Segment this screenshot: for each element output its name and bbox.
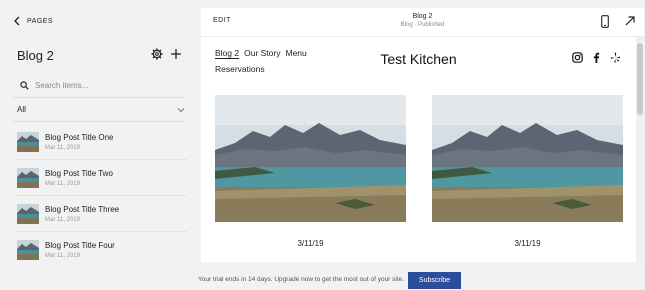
post-thumbnail: [17, 131, 39, 152]
filter-value: All: [17, 105, 26, 114]
preview-page-status: Blog · Published: [400, 22, 445, 28]
expand-icon[interactable]: [625, 16, 635, 26]
preview-toolbar: EDIT Blog 2 Blog · Published: [201, 8, 644, 37]
post-date: Mar 11, 2019: [45, 180, 80, 187]
post-title: Blog Post Title One: [45, 132, 114, 142]
post-title: Blog Post Title Three: [45, 204, 120, 214]
list-item[interactable]: Blog Post Title Two Mar 11, 2019: [17, 160, 187, 196]
preview-page-name: Blog 2: [412, 13, 433, 20]
social-links: [572, 52, 621, 63]
subscribe-button[interactable]: Subscribe: [408, 272, 461, 289]
site-page: Blog 2 Our Story Menu Reservations Test Ki…: [201, 37, 636, 262]
search-input[interactable]: Search items...: [35, 81, 88, 90]
blog-card[interactable]: 3/11/19: [215, 95, 406, 248]
yelp-icon[interactable]: [610, 52, 621, 63]
site-preview-panel: EDIT Blog 2 Blog · Published Blog 2 Our S…: [201, 8, 644, 262]
post-thumbnail: [17, 203, 39, 224]
post-thumbnail: [17, 167, 39, 188]
pages-sidebar: PAGES Blog 2 Search items... All Blog Po…: [0, 0, 196, 268]
page-title: Blog 2: [17, 48, 54, 63]
blog-card-date: 3/11/19: [297, 239, 324, 248]
site-title[interactable]: Test Kitchen: [201, 51, 636, 67]
post-list: Blog Post Title One Mar 11, 2019 Blog Po…: [17, 124, 187, 268]
back-to-pages-link[interactable]: PAGES: [13, 16, 53, 26]
post-date: Mar 11, 2019: [45, 144, 80, 151]
divider: [13, 121, 185, 122]
facebook-icon[interactable]: [591, 52, 602, 63]
chevron-left-icon: [14, 16, 20, 26]
blog-card-date: 3/11/19: [514, 239, 541, 248]
gear-icon[interactable]: [151, 48, 163, 60]
blog-card[interactable]: 3/11/19: [432, 95, 623, 248]
back-to-pages-label: PAGES: [27, 17, 54, 25]
post-thumbnail: [17, 239, 39, 260]
trial-message: Your trial ends in 14 days. Upgrade now …: [198, 276, 405, 283]
blog-card-image[interactable]: [215, 95, 406, 222]
post-title: Blog Post Title Four: [45, 240, 115, 250]
search-bar[interactable]: Search items...: [20, 81, 88, 90]
preview-scrollbar[interactable]: [636, 37, 644, 262]
blog-card-image[interactable]: [432, 95, 623, 222]
post-date: Mar 11, 2019: [45, 252, 80, 259]
scrollbar-thumb[interactable]: [637, 43, 643, 115]
chevron-down-icon: [177, 107, 185, 112]
preview-page-info: Blog 2 Blog · Published: [201, 13, 644, 28]
post-date: Mar 11, 2019: [45, 216, 80, 223]
divider: [13, 97, 185, 98]
filter-dropdown[interactable]: All: [17, 105, 185, 114]
instagram-icon[interactable]: [572, 52, 583, 63]
trial-banner: Your trial ends in 14 days. Upgrade now …: [0, 262, 645, 290]
add-item-icon[interactable]: [170, 48, 182, 60]
list-item[interactable]: Blog Post Title Three Mar 11, 2019: [17, 196, 187, 232]
post-title: Blog Post Title Two: [45, 168, 113, 178]
mobile-view-icon[interactable]: [601, 15, 609, 28]
search-icon: [20, 81, 29, 90]
list-item[interactable]: Blog Post Title One Mar 11, 2019: [17, 124, 187, 160]
